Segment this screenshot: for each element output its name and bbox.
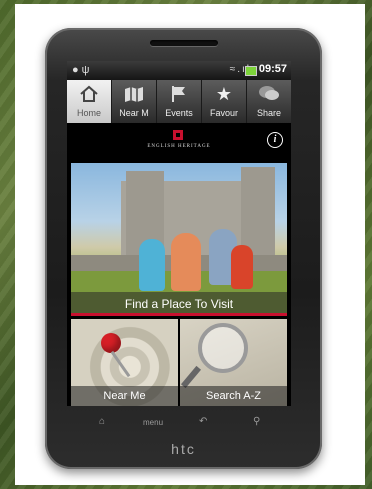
tab-label: Home bbox=[76, 108, 101, 118]
flag-icon bbox=[157, 84, 201, 104]
magnifier-icon bbox=[198, 323, 248, 373]
search-az-label: Search A-Z bbox=[180, 386, 287, 406]
tab-share[interactable]: Share bbox=[247, 80, 291, 123]
magnifier-handle bbox=[180, 365, 202, 389]
tab-label: Near M bbox=[119, 108, 149, 118]
phone-brand-logo: htc bbox=[171, 441, 196, 457]
english-heritage-logo bbox=[173, 130, 183, 140]
accent-line bbox=[71, 313, 287, 316]
tab-bar: Home Near M Events ★ Favour Share bbox=[67, 80, 291, 123]
tab-favourites[interactable]: ★ Favour bbox=[202, 80, 247, 123]
map-pin-icon bbox=[101, 333, 121, 353]
family-figure bbox=[139, 239, 165, 291]
speech-bubble-icon bbox=[247, 84, 291, 104]
search-az-tile[interactable]: Search A-Z bbox=[180, 319, 287, 406]
status-bar: ●ψ ≈.ıl 09:57 bbox=[67, 61, 291, 80]
tab-label: Share bbox=[256, 108, 282, 118]
tab-label: Favour bbox=[209, 108, 238, 118]
brand-bar: ENGLISH HERITAGE i bbox=[67, 123, 291, 159]
near-me-label: Near Me bbox=[71, 386, 178, 406]
battery-icon bbox=[245, 66, 257, 76]
home-key-icon[interactable]: ⌂ bbox=[99, 416, 105, 427]
family-figure bbox=[231, 245, 253, 289]
notification-icons: ●ψ bbox=[72, 64, 93, 76]
phone-screen: ●ψ ≈.ıl 09:57 Home Near M Events ★ Favou… bbox=[67, 61, 291, 406]
phone-frame: ●ψ ≈.ıl 09:57 Home Near M Events ★ Favou… bbox=[45, 28, 322, 469]
speaker-grille bbox=[150, 40, 218, 46]
tab-home[interactable]: Home bbox=[67, 80, 112, 123]
find-place-banner[interactable]: Find a Place To Visit bbox=[71, 163, 287, 316]
brand-text: ENGLISH HERITAGE bbox=[147, 144, 211, 149]
tab-label: Events bbox=[165, 108, 193, 118]
family-figure bbox=[171, 233, 201, 291]
tab-events[interactable]: Events bbox=[157, 80, 202, 123]
search-key-icon[interactable]: ⚲ bbox=[253, 416, 260, 427]
star-icon: ★ bbox=[215, 83, 233, 104]
menu-key[interactable]: menu bbox=[143, 418, 163, 427]
map-icon bbox=[112, 84, 156, 104]
map-pin-needle bbox=[110, 350, 131, 378]
status-clock: 09:57 bbox=[258, 63, 287, 75]
info-icon[interactable]: i bbox=[267, 132, 283, 148]
back-key-icon[interactable]: ↶ bbox=[199, 416, 207, 427]
home-icon bbox=[67, 84, 111, 104]
hardware-keys: ⌂ menu ↶ ⚲ bbox=[67, 414, 291, 436]
near-me-tile[interactable]: Near Me bbox=[71, 319, 178, 406]
tab-near-me[interactable]: Near M bbox=[112, 80, 157, 123]
